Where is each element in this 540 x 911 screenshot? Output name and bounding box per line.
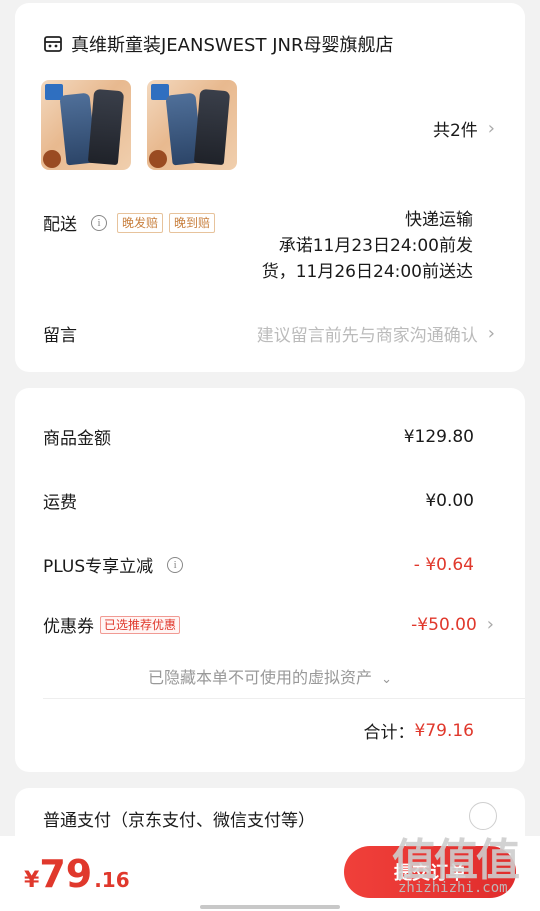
plus-discount-label: PLUS专享立减 [43,557,154,577]
info-icon[interactable]: i [167,556,184,573]
delivery-info[interactable]: 快递运输 承诺11月23日24:00前发 货，11月26日24:00前送达 [243,207,473,285]
product-thumbnails[interactable] [41,80,237,170]
late-arrival-badge: 晚到赔 [169,212,216,233]
store-icon [44,36,62,52]
payment-method-label: 普通支付（京东支付、微信支付等） [43,811,315,831]
store-header[interactable]: 真维斯童装JEANSWEST JNR母婴旗舰店 [43,31,393,57]
watermark-logo: 值值值 [392,835,520,886]
note-placeholder: 建议留言前先与商家沟通确认 [256,326,478,346]
freight-label: 运费 [43,493,77,513]
coupon-badge: 已选推荐优惠 [100,615,181,634]
late-ship-badge: 晚发赔 [117,212,164,233]
goods-amount-row: 商品金额 ¥129.80 [43,424,474,450]
delivery-label: 配送 [43,215,77,235]
shipping-method: 快递运输 [405,210,473,230]
delivery-row: 配送 i 晚发赔 晚到赔 [43,210,216,235]
watermark-url: zhizhizhi.com [398,880,508,896]
chevron-right-icon: › [487,323,495,344]
info-icon[interactable]: i [91,214,107,231]
item-count[interactable]: 共2件 › [433,116,495,141]
delivery-promise-line2: 货，11月26日24:00前送达 [261,262,473,282]
total-label: 合计： [363,723,415,743]
decoration-image [43,150,61,168]
freight-value: ¥0.00 [425,490,474,511]
total-value: ¥79.16 [414,720,474,741]
goods-amount-label: 商品金额 [43,429,111,449]
store-name: 真维斯童装JEANSWEST JNR母婴旗舰店 [71,35,394,56]
hidden-assets-toggle[interactable]: 已隐藏本单不可使用的虚拟资产 ⌄ [0,664,540,688]
plus-discount-value: - ¥0.64 [413,554,474,575]
jeans-image-black [193,88,231,166]
store-card: 真维斯童装JEANSWEST JNR母婴旗舰店 共2件 › 配送 i 晚发赔 晚… [15,3,525,372]
goods-amount-value: ¥129.80 [403,426,474,447]
chevron-down-icon: ⌄ [381,672,392,687]
total-decimal: .16 [94,868,130,892]
jeans-image-black [87,88,125,166]
delivery-promise-line1: 承诺11月23日24:00前发 [278,236,473,256]
note-label: 留言 [43,326,77,346]
chevron-right-icon: › [486,614,494,635]
total-integer: 79 [39,852,93,896]
divider [43,698,525,699]
home-indicator [200,905,340,909]
note-input[interactable]: 建议留言前先与商家沟通确认 › [257,321,495,346]
decoration-image [149,150,167,168]
freight-row: 运费 ¥0.00 [43,488,474,514]
currency-symbol: ¥ [24,868,40,893]
plus-discount-row: PLUS专享立减 i - ¥0.64 [43,552,474,578]
product-thumbnail[interactable] [41,80,131,170]
product-thumbnail[interactable] [147,80,237,170]
item-count-label: 共2件 [432,121,478,141]
hidden-assets-text: 已隐藏本单不可使用的虚拟资产 [147,668,372,687]
bottom-total: ¥ 79 .16 [24,852,130,896]
coupon-label: 优惠券 [43,617,94,637]
coupon-value: -¥50.00 [411,614,477,635]
chevron-right-icon: › [487,118,495,139]
total-row: 合计： ¥79.16 [363,718,474,744]
coupon-row[interactable]: 优惠券 已选推荐优惠 -¥50.00 › [43,612,494,637]
